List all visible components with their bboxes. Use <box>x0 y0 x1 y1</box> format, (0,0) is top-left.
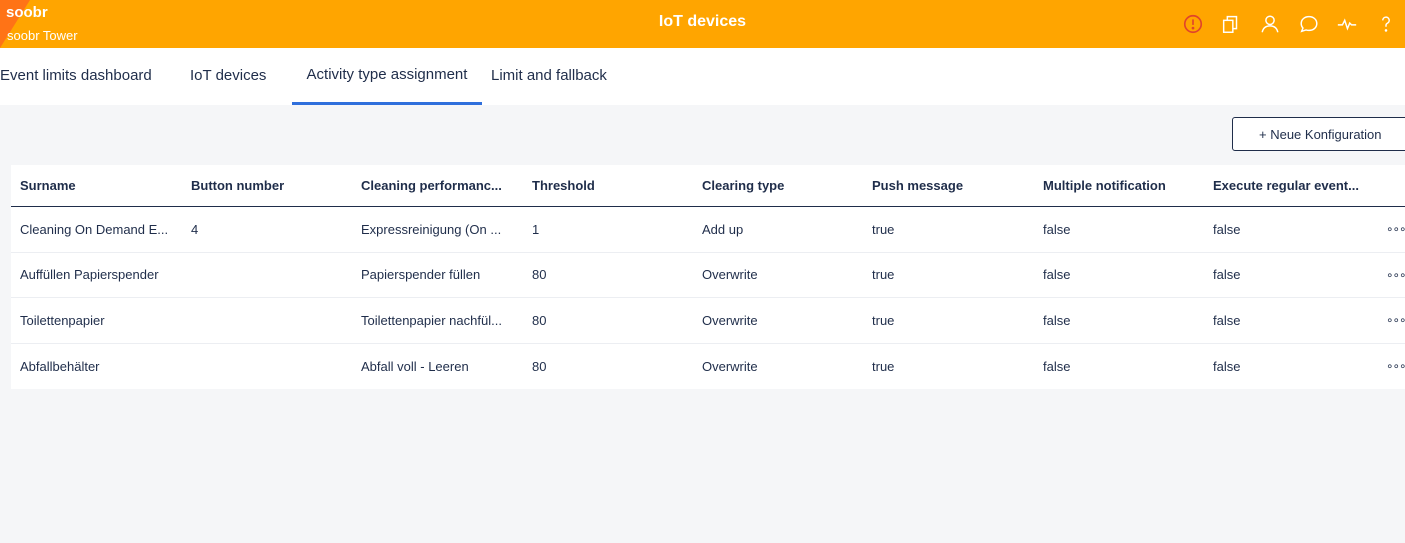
cell-cleaning-performance: Abfall voll - Leeren <box>361 358 469 374</box>
cell-clearing-type: Overwrite <box>702 312 758 328</box>
cell-surname: Cleaning On Demand E... <box>20 221 169 237</box>
more-options-icon[interactable]: ∘∘∘ <box>1386 253 1405 298</box>
cell-button-number <box>191 253 351 298</box>
top-bar: soobr soobr Tower IoT devices <box>0 0 1405 48</box>
cell-execute-regular-event: false <box>1213 312 1241 328</box>
cell-push-message: true <box>872 358 895 374</box>
header-icon-bar <box>1173 0 1405 48</box>
cell-multiple-notification: false <box>1043 358 1071 374</box>
cell-threshold: 80 <box>532 267 547 283</box>
cell-push-message: true <box>872 221 895 237</box>
user-icon[interactable] <box>1251 0 1290 48</box>
new-configuration-button[interactable]: + Neue Konfiguration <box>1232 117 1405 151</box>
column-header-cleaning-performance[interactable]: Cleaning performanc... <box>361 165 516 206</box>
column-header-button-number[interactable]: Button number <box>191 165 351 206</box>
column-header-surname[interactable]: Surname <box>20 165 180 206</box>
alert-icon[interactable] <box>1173 0 1212 48</box>
copy-icon[interactable] <box>1212 0 1251 48</box>
cell-surname: Abfallbehälter <box>20 358 100 374</box>
table-row[interactable]: Toilettenpapier Toilettenpapier nachfül.… <box>11 298 1405 344</box>
column-header-execute-regular-event[interactable]: Execute regular event... <box>1213 165 1373 206</box>
tab-activity-type-assignment[interactable]: Activity type assignment <box>292 48 482 105</box>
cell-push-message: true <box>872 312 895 328</box>
cell-clearing-type: Overwrite <box>702 358 758 374</box>
table-header-row: Surname Button number Cleaning performan… <box>11 165 1405 207</box>
more-options-icon[interactable]: ∘∘∘ <box>1386 298 1405 343</box>
brand-name[interactable]: soobr <box>6 4 48 21</box>
cell-cleaning-performance: Expressreinigung (On ... <box>361 221 502 237</box>
cell-multiple-notification: false <box>1043 312 1071 328</box>
cell-threshold: 80 <box>532 312 547 328</box>
table-row[interactable]: Auffüllen Papierspender Papierspender fü… <box>11 253 1405 298</box>
chat-icon[interactable] <box>1289 0 1328 48</box>
activity-icon[interactable] <box>1328 0 1367 48</box>
tab-event-limits-dashboard[interactable]: Event limits dashboard <box>0 48 152 105</box>
tab-limit-and-fallback[interactable]: Limit and fallback <box>491 48 607 105</box>
cell-button-number: 4 <box>191 221 199 237</box>
column-header-threshold[interactable]: Threshold <box>532 165 692 206</box>
cell-threshold: 1 <box>532 221 540 237</box>
cell-push-message: true <box>872 267 895 283</box>
cell-cleaning-performance: Toilettenpapier nachfül... <box>361 312 502 328</box>
cell-threshold: 80 <box>532 358 547 374</box>
column-header-push-message[interactable]: Push message <box>872 165 1032 206</box>
cell-surname: Auffüllen Papierspender <box>20 267 159 283</box>
tab-iot-devices[interactable]: IoT devices <box>190 48 266 105</box>
cell-multiple-notification: false <box>1043 221 1071 237</box>
more-options-icon[interactable]: ∘∘∘ <box>1386 344 1405 390</box>
more-options-icon[interactable]: ∘∘∘ <box>1386 207 1405 252</box>
tab-bar: Event limits dashboard IoT devices Activ… <box>0 48 1405 105</box>
table-row[interactable]: Cleaning On Demand E... 4 Expressreinigu… <box>11 207 1405 253</box>
cell-execute-regular-event: false <box>1213 358 1241 374</box>
table-row[interactable]: Abfallbehälter Abfall voll - Leeren 80 O… <box>11 344 1405 390</box>
cell-clearing-type: Add up <box>702 221 744 237</box>
column-header-multiple-notification[interactable]: Multiple notification <box>1043 165 1203 206</box>
location-name[interactable]: soobr Tower <box>7 28 78 43</box>
cell-surname: Toilettenpapier <box>20 312 105 328</box>
help-icon[interactable] <box>1366 0 1405 48</box>
cell-cleaning-performance: Papierspender füllen <box>361 267 481 283</box>
cell-button-number <box>191 298 351 343</box>
cell-button-number <box>191 344 351 390</box>
cell-clearing-type: Overwrite <box>702 267 758 283</box>
activity-assignment-table: Surname Button number Cleaning performan… <box>11 165 1405 389</box>
cell-execute-regular-event: false <box>1213 267 1241 283</box>
cell-multiple-notification: false <box>1043 267 1071 283</box>
column-header-clearing-type[interactable]: Clearing type <box>702 165 862 206</box>
cell-execute-regular-event: false <box>1213 221 1241 237</box>
